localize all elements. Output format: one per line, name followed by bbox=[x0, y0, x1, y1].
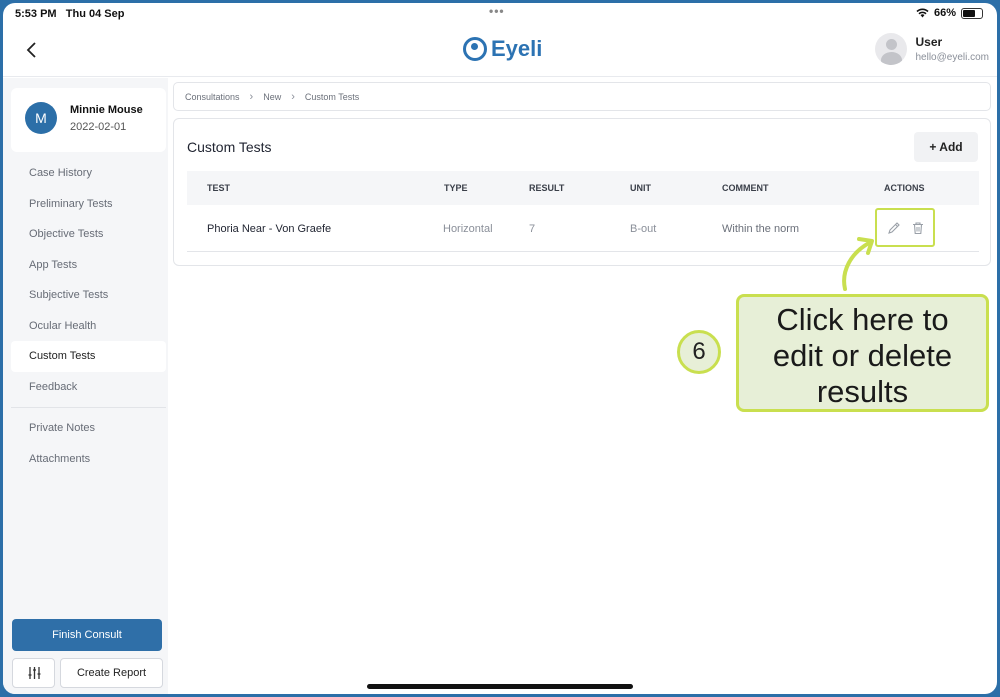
sidebar-item-subjective-tests[interactable]: Subjective Tests bbox=[11, 280, 166, 311]
eyeli-logo: Eyeli bbox=[463, 36, 542, 62]
sidebar-item-feedback[interactable]: Feedback bbox=[11, 372, 166, 403]
settings-sliders-button[interactable] bbox=[12, 658, 55, 688]
sidebar-item-private-notes[interactable]: Private Notes bbox=[11, 413, 166, 444]
trash-icon[interactable] bbox=[910, 220, 926, 236]
cell-unit: B-out bbox=[630, 223, 657, 235]
sidebar-nav: Case History Preliminary Tests Objective… bbox=[11, 158, 166, 474]
user-email: hello@eyeli.com bbox=[915, 52, 989, 63]
sidebar-item-app-tests[interactable]: App Tests bbox=[11, 250, 166, 281]
patient-name: Minnie Mouse bbox=[70, 104, 143, 116]
sidebar-item-objective-tests[interactable]: Objective Tests bbox=[11, 219, 166, 250]
breadcrumb-new[interactable]: New bbox=[263, 92, 281, 102]
chevron-right-icon: › bbox=[249, 90, 254, 103]
chevron-right-icon: › bbox=[291, 90, 295, 103]
page-title: Custom Tests bbox=[187, 139, 272, 155]
sidebar-item-ocular-health[interactable]: Ocular Health bbox=[11, 311, 166, 342]
sidebar-item-case-history[interactable]: Case History bbox=[11, 158, 166, 189]
wifi-icon bbox=[916, 8, 929, 18]
breadcrumb-consultations[interactable]: Consultations bbox=[185, 92, 240, 102]
cell-test: Phoria Near - Von Graefe bbox=[207, 223, 332, 235]
finish-consult-button[interactable]: Finish Consult bbox=[12, 619, 162, 651]
callout-arrow-icon bbox=[842, 237, 874, 291]
patient-card: M Minnie Mouse 2022-02-01 bbox=[11, 88, 166, 152]
status-time: 5:53 PM Thu 04 Sep bbox=[15, 8, 125, 20]
user-menu[interactable]: User hello@eyeli.com bbox=[875, 33, 989, 65]
edit-pencil-icon[interactable] bbox=[886, 220, 902, 236]
breadcrumb: Consultations › New › Custom Tests bbox=[173, 82, 991, 111]
step-number-badge: 6 bbox=[677, 330, 721, 374]
user-avatar-icon[interactable] bbox=[875, 33, 908, 65]
instruction-callout: Click here to edit or delete results bbox=[736, 294, 989, 412]
sidebar-divider bbox=[11, 407, 166, 408]
user-name: User bbox=[915, 35, 943, 49]
multitask-dots[interactable]: ••• bbox=[489, 4, 505, 18]
back-chevron-icon[interactable] bbox=[21, 39, 43, 61]
sidebar-item-custom-tests[interactable]: Custom Tests bbox=[11, 341, 166, 372]
logo-text: Eyeli bbox=[491, 36, 543, 61]
cell-comment: Within the norm bbox=[722, 223, 800, 235]
add-button[interactable]: + Add bbox=[914, 132, 978, 162]
sidebar: M Minnie Mouse 2022-02-01 Case History P… bbox=[3, 78, 168, 694]
callout-line-1: Click here to bbox=[776, 302, 949, 337]
column-header-type: TYPE bbox=[444, 183, 468, 193]
status-bar: 5:53 PM Thu 04 Sep ••• 66% bbox=[3, 3, 997, 25]
callout-line-3: results bbox=[816, 374, 909, 409]
battery-percent: 66% bbox=[933, 7, 956, 19]
app-screen: 5:53 PM Thu 04 Sep ••• 66% Eyeli User he… bbox=[3, 3, 997, 694]
sliders-icon bbox=[28, 667, 41, 679]
create-report-button[interactable]: Create Report bbox=[60, 658, 163, 688]
column-header-actions: ACTIONS bbox=[884, 183, 925, 193]
column-header-test: TEST bbox=[207, 183, 231, 193]
patient-avatar: M bbox=[25, 102, 57, 134]
patient-dob: 2022-02-01 bbox=[70, 121, 127, 133]
sidebar-item-attachments[interactable]: Attachments bbox=[11, 444, 166, 475]
eye-logo-icon bbox=[463, 37, 487, 61]
column-header-result: RESULT bbox=[529, 183, 565, 193]
cell-type: Horizontal bbox=[443, 223, 493, 235]
home-indicator[interactable] bbox=[367, 684, 633, 689]
sidebar-item-preliminary-tests[interactable]: Preliminary Tests bbox=[11, 189, 166, 220]
table-header: TEST TYPE RESULT UNIT COMMENT ACTIONS bbox=[187, 171, 979, 205]
column-header-unit: UNIT bbox=[630, 183, 651, 193]
breadcrumb-custom-tests: Custom Tests bbox=[304, 91, 360, 102]
status-right: 66% bbox=[916, 7, 983, 19]
cell-result: 7 bbox=[529, 223, 536, 235]
column-header-comment: COMMENT bbox=[722, 183, 769, 193]
battery-icon bbox=[961, 7, 983, 19]
callout-line-2: edit or delete bbox=[772, 338, 953, 373]
app-header: Eyeli User hello@eyeli.com bbox=[3, 25, 997, 77]
